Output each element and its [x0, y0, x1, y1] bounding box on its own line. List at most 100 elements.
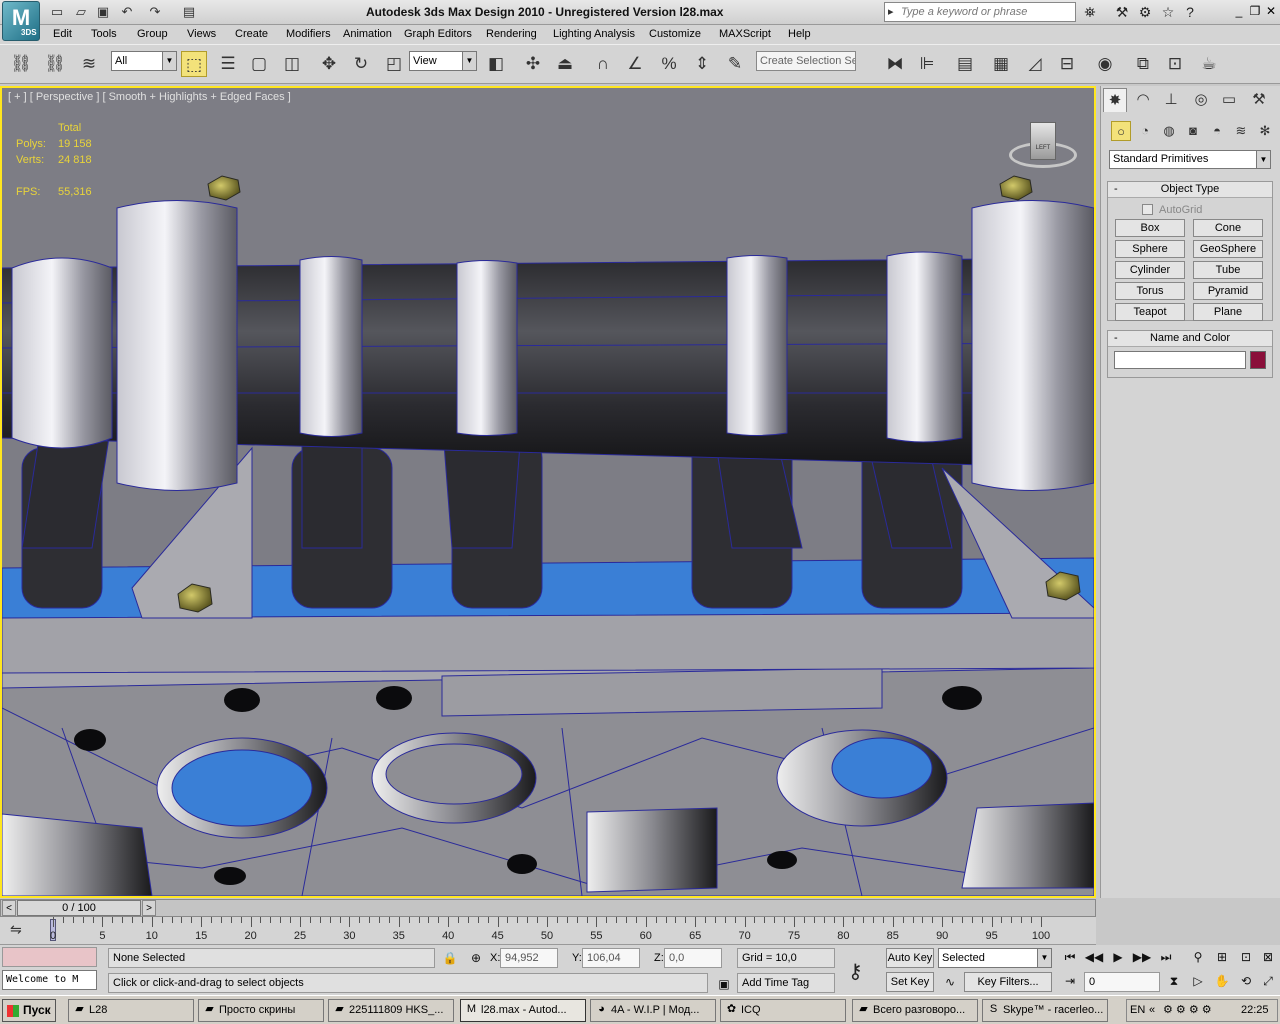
absolute-mode-icon[interactable]: ⊕ [466, 949, 486, 967]
selection-lock-icon[interactable]: 🔒 [440, 949, 460, 967]
start-button[interactable]: Пуск [2, 999, 56, 1022]
menu-rendering[interactable]: Rendering [486, 28, 537, 40]
torus-button[interactable]: Torus [1115, 282, 1185, 300]
time-slider-thumb[interactable]: 0 / 100 [17, 900, 141, 916]
viewport-label[interactable]: [ + ] [ Perspective ] [ Smooth + Highlig… [8, 91, 291, 103]
select-manipulate-icon[interactable]: ✣ [520, 51, 546, 77]
connect-icon[interactable]: ⚒ [1112, 3, 1132, 21]
time-slider[interactable]: < 0 / 100 > [0, 899, 1096, 917]
go-to-start-icon[interactable]: ⏮ [1060, 948, 1080, 966]
spinner-snap-icon[interactable]: ⇕ [689, 51, 715, 77]
plane-button[interactable]: Plane [1193, 303, 1263, 321]
key-mode-select[interactable]: Selected ▼ [938, 948, 1052, 968]
tray-expand-icon[interactable]: « [1149, 1000, 1155, 1021]
language-indicator[interactable]: EN [1130, 1000, 1145, 1021]
task-skype[interactable]: S Skype™ - racerleo... [982, 999, 1108, 1022]
maxscript-listener-mini[interactable] [2, 947, 97, 967]
menu-graph-editors[interactable]: Graph Editors [404, 28, 472, 40]
go-to-end-icon[interactable]: ⏭ [1156, 948, 1176, 966]
angle-snap-icon[interactable]: ∠ [622, 51, 648, 77]
bind-space-warp-icon[interactable]: ≋ [76, 51, 102, 77]
mirror-icon[interactable]: ⧓ [882, 51, 908, 77]
key-filters-button[interactable]: Key Filters... [964, 972, 1052, 992]
add-time-tag-button[interactable]: Add Time Tag [737, 973, 835, 993]
time-configuration-icon[interactable]: ⧗ [1164, 972, 1184, 990]
open-file-icon[interactable]: ▱ [72, 3, 90, 21]
perspective-viewport[interactable]: [ + ] [ Perspective ] [ Smooth + Highlig… [0, 86, 1096, 898]
menu-tools[interactable]: Tools [91, 28, 117, 40]
move-icon[interactable]: ✥ [316, 51, 342, 77]
create-tab-icon[interactable]: ✸ [1103, 88, 1127, 112]
object-category-select[interactable]: Standard Primitives ▼ [1109, 150, 1271, 169]
new-file-icon[interactable]: ▭ [48, 3, 66, 21]
key-mode-toggle-icon[interactable]: ⇥ [1060, 972, 1080, 990]
task-folder-hks[interactable]: ▰ 225111809 HKS_... [328, 999, 454, 1022]
task-icq[interactable]: ✿ ICQ [720, 999, 846, 1022]
layer-manager-icon[interactable]: ▤ [952, 51, 978, 77]
y-coordinate-input[interactable]: 106,04 [582, 948, 640, 968]
help-icon[interactable]: ? [1180, 3, 1200, 21]
reference-coordinate-select[interactable]: View ▼ [409, 51, 477, 71]
schematic-view-icon[interactable]: ⊟ [1054, 51, 1080, 77]
edit-named-selection-icon[interactable]: ✎ [722, 51, 748, 77]
pan-view-icon[interactable]: ✋ [1212, 972, 1232, 990]
default-tangent-icon[interactable]: ∿ [940, 973, 960, 991]
task-folder-screens[interactable]: ▰ Просто скрины [198, 999, 324, 1022]
time-tag-icon[interactable]: ▣ [714, 975, 734, 993]
menu-views[interactable]: Views [187, 28, 216, 40]
systems-icon[interactable]: ✻ [1255, 121, 1275, 141]
box-button[interactable]: Box [1115, 219, 1185, 237]
object-color-swatch[interactable] [1250, 351, 1266, 369]
task-call-window[interactable]: ▰ Всего разговоро... [852, 999, 978, 1022]
z-coordinate-input[interactable]: 0,0 [664, 948, 722, 968]
named-selection-set-input[interactable]: Create Selection Se [756, 51, 856, 71]
auto-key-button[interactable]: Auto Key [886, 948, 934, 968]
selection-filter-select[interactable]: All ▼ [111, 51, 177, 71]
geometry-icon[interactable]: ○ [1111, 121, 1131, 141]
scale-icon[interactable]: ◰ [381, 51, 407, 77]
mini-curve-editor-icon[interactable]: ⇋ [10, 921, 22, 938]
space-warps-icon[interactable]: ≋ [1231, 121, 1251, 141]
trackbar[interactable]: ⇋ 0 5 10 15 20 25 30 35 40 45 50 55 60 65 70 75 80 85 90 95… [0, 917, 1096, 945]
select-by-name-icon[interactable]: ☰ [215, 51, 241, 77]
maxscript-welcome-input[interactable]: Welcome to M [2, 970, 97, 990]
binoculars-icon[interactable]: ⛯ [1080, 3, 1100, 21]
unlink-icon[interactable]: ⛓ [42, 51, 68, 77]
geosphere-button[interactable]: GeoSphere [1193, 240, 1263, 258]
cone-button[interactable]: Cone [1193, 219, 1263, 237]
menu-group[interactable]: Group [137, 28, 168, 40]
tray-app-icons[interactable]: ⚙ ⚙ ⚙ ⚙ [1163, 1000, 1212, 1021]
set-key-button[interactable]: Set Key [886, 972, 934, 992]
menu-create[interactable]: Create [235, 28, 268, 40]
object-name-input[interactable] [1114, 351, 1246, 369]
rotate-icon[interactable]: ↻ [348, 51, 374, 77]
align-icon[interactable]: ⊫ [914, 51, 940, 77]
curve-editor-icon[interactable]: ◿ [1022, 51, 1048, 77]
tube-button[interactable]: Tube [1193, 261, 1263, 279]
restore-icon[interactable]: ❐ [1248, 4, 1262, 18]
modify-tab-icon[interactable]: ◠ [1131, 88, 1155, 112]
menu-edit[interactable]: Edit [53, 28, 72, 40]
favorites-icon[interactable]: ☆ [1158, 3, 1178, 21]
shapes-icon[interactable]: ◔ [1135, 121, 1155, 141]
window-crossing-icon[interactable]: ◫ [279, 51, 305, 77]
menu-customize[interactable]: Customize [649, 28, 701, 40]
zoom-all-icon[interactable]: ⊞ [1212, 948, 1232, 966]
name-and-color-rollout-header[interactable]: - Name and Color [1108, 331, 1272, 347]
autogrid-checkbox[interactable]: AutoGrid [1142, 204, 1202, 216]
helpers-icon[interactable]: ◓ [1207, 121, 1227, 141]
undo-icon[interactable]: ↶ [118, 3, 136, 21]
viewcube-face[interactable]: LEFT [1030, 122, 1056, 160]
redo-icon[interactable]: ↷ [146, 3, 164, 21]
render-production-icon[interactable]: ☕ [1196, 51, 1222, 77]
project-folder-icon[interactable]: ▤ [180, 3, 198, 21]
previous-frame-icon[interactable]: ◀◀ [1084, 948, 1104, 966]
pyramid-button[interactable]: Pyramid [1193, 282, 1263, 300]
hierarchy-tab-icon[interactable]: ⊥ [1159, 88, 1183, 112]
next-frame-arrow-icon[interactable]: > [142, 900, 156, 916]
display-tab-icon[interactable]: ▭ [1217, 88, 1241, 112]
menu-help[interactable]: Help [788, 28, 811, 40]
next-frame-icon[interactable]: ▶▶ [1132, 948, 1152, 966]
menu-animation[interactable]: Animation [343, 28, 392, 40]
render-setup-icon[interactable]: ⧉ [1130, 51, 1156, 77]
